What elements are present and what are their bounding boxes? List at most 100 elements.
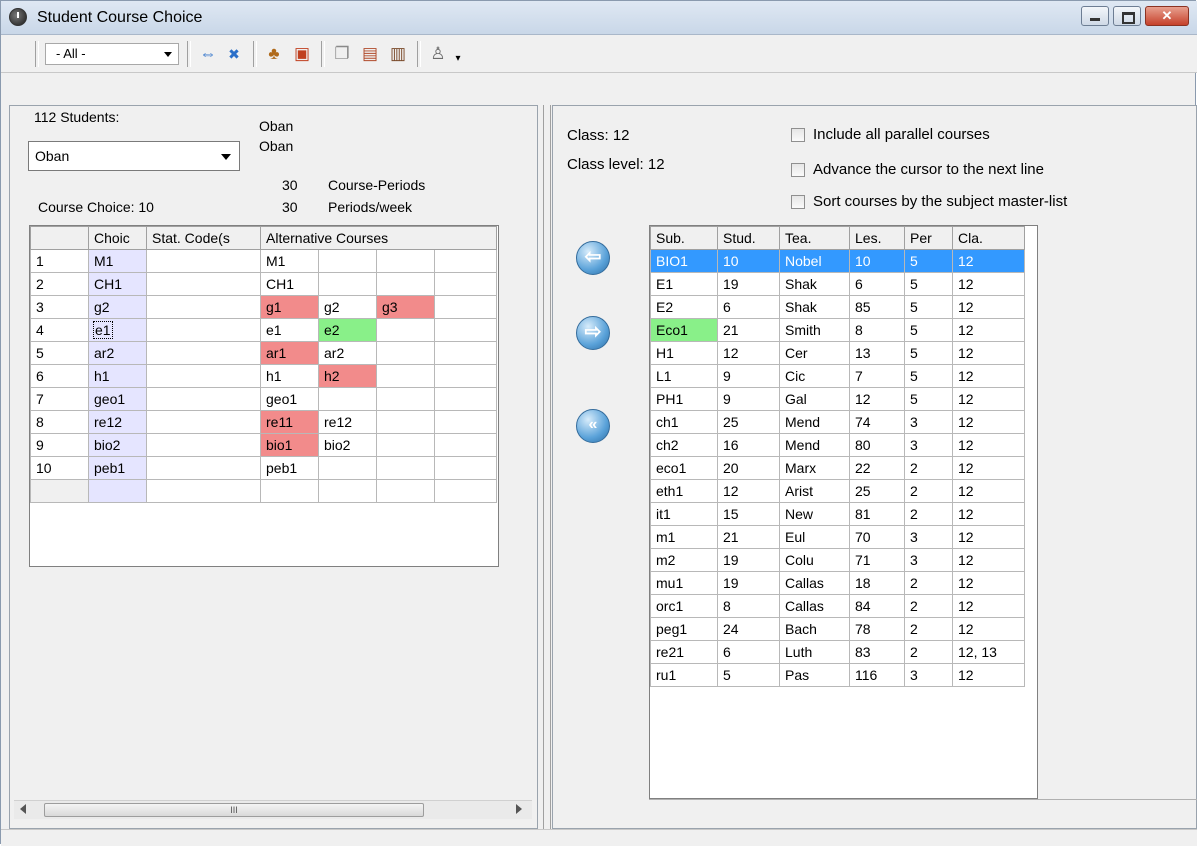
- table-row[interactable]: 3 g2 g1 g2 g3: [30, 295, 497, 319]
- scroll-right-icon[interactable]: [516, 804, 522, 814]
- alternative-course-cell[interactable]: [376, 318, 435, 342]
- alternative-course-cell[interactable]: [434, 295, 497, 319]
- classes-cell[interactable]: 12: [952, 502, 1025, 526]
- teacher-cell[interactable]: Cer: [779, 341, 850, 365]
- close-button[interactable]: [1145, 6, 1189, 26]
- subject-cell[interactable]: m1: [650, 525, 718, 549]
- teacher-cell[interactable]: Gal: [779, 387, 850, 411]
- alternative-course-cell[interactable]: re12: [318, 410, 377, 434]
- stat-code-cell[interactable]: [146, 249, 261, 273]
- choice-cell[interactable]: ar2: [88, 341, 147, 365]
- alternative-course-cell[interactable]: g2: [318, 295, 377, 319]
- exchange-courses-icon[interactable]: ✖: [223, 44, 245, 64]
- classes-cell[interactable]: 12: [952, 341, 1025, 365]
- table-row[interactable]: 4 e1 e1 e2: [30, 318, 497, 342]
- copy-course-icon[interactable]: ▣: [291, 44, 313, 64]
- choice-cell[interactable]: M1: [88, 249, 147, 273]
- column-header-stat-codes[interactable]: Stat. Code(s: [146, 226, 261, 250]
- empty-cell[interactable]: [260, 479, 319, 503]
- classes-cell[interactable]: 12, 13: [952, 640, 1025, 664]
- choice-cell[interactable]: g2: [88, 295, 147, 319]
- teacher-cell[interactable]: Shak: [779, 295, 850, 319]
- alternative-course-cell[interactable]: [434, 433, 497, 457]
- lessons-cell[interactable]: 78: [849, 617, 905, 641]
- subject-cell[interactable]: it1: [650, 502, 718, 526]
- subject-cell[interactable]: orc1: [650, 594, 718, 618]
- teacher-cell[interactable]: Callas: [779, 571, 850, 595]
- checkbox-box[interactable]: [791, 162, 805, 177]
- lessons-cell[interactable]: 18: [849, 571, 905, 595]
- classes-cell[interactable]: 12: [952, 387, 1025, 411]
- alternative-course-cell[interactable]: [434, 249, 497, 273]
- alternative-course-cell[interactable]: e2: [318, 318, 377, 342]
- students-cell[interactable]: 19: [717, 272, 780, 296]
- checkbox-box[interactable]: [791, 194, 805, 209]
- classes-cell[interactable]: 12: [952, 479, 1025, 503]
- students-cell[interactable]: 9: [717, 364, 780, 388]
- table-row[interactable]: 2 CH1 CH1: [30, 272, 497, 296]
- alternative-course-cell[interactable]: [376, 249, 435, 273]
- teacher-cell[interactable]: Colu: [779, 548, 850, 572]
- students-cell[interactable]: 8: [717, 594, 780, 618]
- choice-cell[interactable]: h1: [88, 364, 147, 388]
- subject-cell[interactable]: BIO1: [650, 249, 718, 273]
- lessons-cell[interactable]: 83: [849, 640, 905, 664]
- classes-cell[interactable]: 12: [952, 364, 1025, 388]
- table-row[interactable]: [30, 479, 497, 503]
- stat-code-cell[interactable]: [146, 387, 261, 411]
- alternative-course-cell[interactable]: M1: [260, 249, 319, 273]
- pane-splitter[interactable]: [543, 105, 551, 829]
- teacher-cell[interactable]: Mend: [779, 410, 850, 434]
- alternative-course-cell[interactable]: bio2: [318, 433, 377, 457]
- empty-cell[interactable]: [376, 479, 435, 503]
- maximize-button[interactable]: [1113, 6, 1141, 26]
- classes-cell[interactable]: 12: [952, 456, 1025, 480]
- alternative-course-cell[interactable]: [434, 387, 497, 411]
- swap-arrows-icon[interactable]: ⇔: [197, 44, 219, 64]
- course-row[interactable]: H1 12 Cer 13 5 12: [650, 341, 1025, 365]
- subject-cell[interactable]: peg1: [650, 617, 718, 641]
- teacher-cell[interactable]: Smith: [779, 318, 850, 342]
- alternative-course-cell[interactable]: h2: [318, 364, 377, 388]
- classes-cell[interactable]: 12: [952, 295, 1025, 319]
- alternative-course-cell[interactable]: [376, 341, 435, 365]
- course-row[interactable]: PH1 9 Gal 12 5 12: [650, 387, 1025, 411]
- course-row[interactable]: eth1 12 Arist 25 2 12: [650, 479, 1025, 503]
- choice-cell[interactable]: CH1: [88, 272, 147, 296]
- course-choice-grid[interactable]: Choic Stat. Code(s Alternative Courses 1…: [29, 225, 499, 567]
- subject-cell[interactable]: ch1: [650, 410, 718, 434]
- subject-cell[interactable]: H1: [650, 341, 718, 365]
- stat-code-cell[interactable]: [146, 456, 261, 480]
- lessons-cell[interactable]: 74: [849, 410, 905, 434]
- subject-cell[interactable]: ru1: [650, 663, 718, 687]
- classes-cell[interactable]: 12: [952, 249, 1025, 273]
- course-row[interactable]: mu1 19 Callas 18 2 12: [650, 571, 1025, 595]
- periods-cell[interactable]: 2: [904, 479, 953, 503]
- column-header-periods[interactable]: Per: [904, 226, 953, 250]
- lessons-cell[interactable]: 22: [849, 456, 905, 480]
- stat-code-cell[interactable]: [146, 295, 261, 319]
- lessons-cell[interactable]: 13: [849, 341, 905, 365]
- classes-cell[interactable]: 12: [952, 663, 1025, 687]
- alternative-course-cell[interactable]: [318, 456, 377, 480]
- periods-cell[interactable]: 2: [904, 571, 953, 595]
- empty-cell[interactable]: [30, 479, 89, 503]
- teacher-cell[interactable]: Shak: [779, 272, 850, 296]
- table-row[interactable]: 8 re12 re11 re12: [30, 410, 497, 434]
- lessons-cell[interactable]: 116: [849, 663, 905, 687]
- students-group-icon[interactable]: ♣: [263, 44, 285, 64]
- students-cell[interactable]: 25: [717, 410, 780, 434]
- students-cell[interactable]: 6: [717, 295, 780, 319]
- periods-cell[interactable]: 5: [904, 387, 953, 411]
- course-row[interactable]: E1 19 Shak 6 5 12: [650, 272, 1025, 296]
- lessons-cell[interactable]: 80: [849, 433, 905, 457]
- students-cell[interactable]: 21: [717, 318, 780, 342]
- lessons-cell[interactable]: 12: [849, 387, 905, 411]
- periods-cell[interactable]: 3: [904, 433, 953, 457]
- print-list-icon[interactable]: ▥: [387, 44, 409, 64]
- alternative-course-cell[interactable]: g3: [376, 295, 435, 319]
- stat-code-cell[interactable]: [146, 433, 261, 457]
- empty-cell[interactable]: [318, 479, 377, 503]
- table-row[interactable]: 9 bio2 bio1 bio2: [30, 433, 497, 457]
- classes-cell[interactable]: 12: [952, 548, 1025, 572]
